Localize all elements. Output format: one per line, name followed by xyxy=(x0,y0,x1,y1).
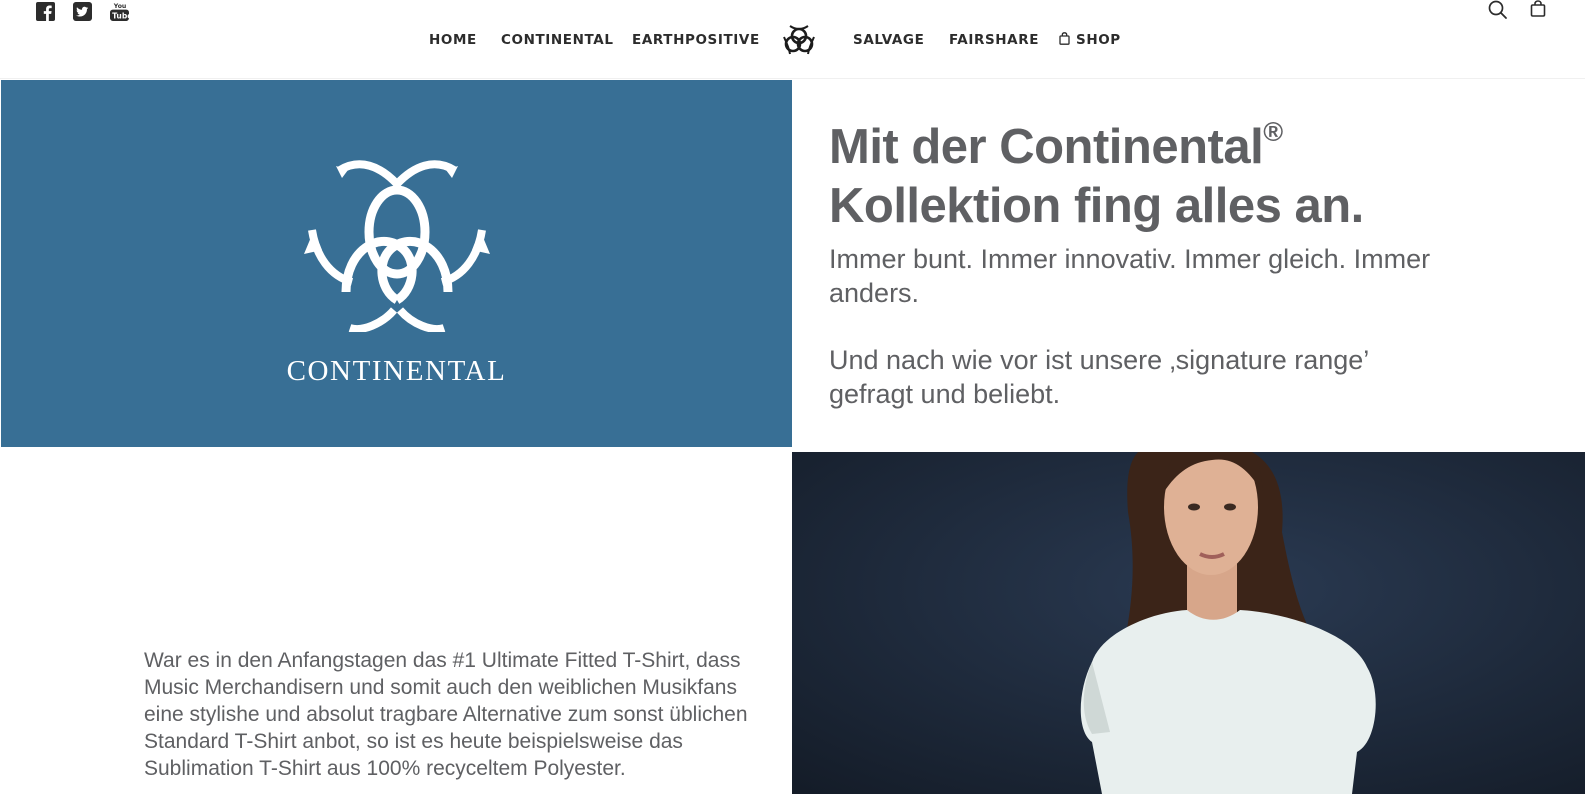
logo-icon[interactable] xyxy=(781,24,817,56)
site-header: You Tube HOME CONTINENTAL EARTHPOSITIVE … xyxy=(0,0,1585,79)
headline-line1: Mit der Continental xyxy=(829,120,1264,174)
lead-paragraph-2: Und nach wie vor ist unsere ‚signature r… xyxy=(829,345,1369,409)
main-nav: HOME CONTINENTAL EARTHPOSITIVE SALVAGE F… xyxy=(0,25,1585,55)
header-actions xyxy=(1487,0,1547,22)
svg-text:You: You xyxy=(113,3,127,10)
nav-home[interactable]: HOME xyxy=(429,30,477,50)
nav-earthpositive[interactable]: EARTHPOSITIVE xyxy=(632,30,760,50)
model-photo xyxy=(792,452,1585,794)
social-links: You Tube xyxy=(36,2,129,21)
hero-headline: Mit der Continental® Kollektion fing all… xyxy=(829,103,1549,236)
intro-paragraph: War es in den Anfangstagen das #1 Ultima… xyxy=(144,649,748,780)
brand-wordmark: CONTINENTAL xyxy=(286,355,507,387)
headline-line2: Kollektion fing alles an. xyxy=(829,179,1364,233)
nav-fairshare[interactable]: FAIRSHARE xyxy=(949,30,1039,50)
registered-mark: ® xyxy=(1263,117,1283,147)
lead-paragraph-1: Immer bunt. Immer innovativ. Immer gleic… xyxy=(829,244,1431,308)
shop-bag-icon xyxy=(1059,32,1070,45)
youtube-icon[interactable]: You Tube xyxy=(110,2,129,21)
nav-salvage[interactable]: SALVAGE xyxy=(853,30,924,50)
nav-shop[interactable]: SHOP xyxy=(1059,30,1121,50)
model-image xyxy=(792,452,1585,794)
facebook-icon[interactable] xyxy=(36,2,55,21)
svg-text:Tube: Tube xyxy=(112,12,129,21)
search-icon[interactable] xyxy=(1487,0,1509,22)
nav-shop-label: SHOP xyxy=(1076,32,1121,48)
nav-continental[interactable]: CONTINENTAL xyxy=(501,30,614,50)
shopping-bag-icon[interactable] xyxy=(1529,0,1547,20)
continental-brand-panel: CONTINENTAL xyxy=(1,80,792,447)
twitter-icon[interactable] xyxy=(73,2,92,21)
continental-logo-icon xyxy=(304,160,490,332)
hero-lead: Immer bunt. Immer innovativ. Immer gleic… xyxy=(829,242,1449,411)
